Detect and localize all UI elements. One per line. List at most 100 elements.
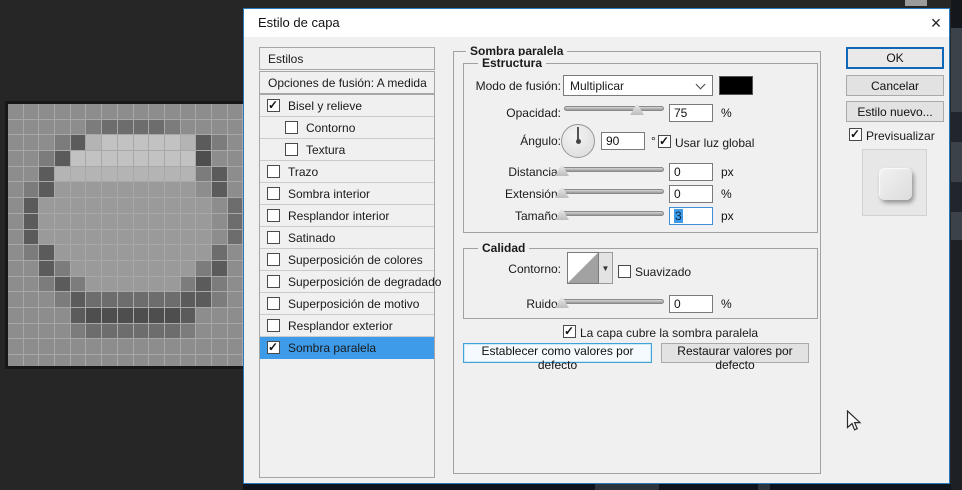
statusbar-segment (595, 484, 659, 490)
structure-group-title: Estructura (478, 56, 547, 70)
blending-options-label: Opciones de fusión: A medida (268, 76, 427, 90)
spread-slider[interactable] (555, 183, 664, 199)
style-list-item[interactable]: Textura (260, 139, 434, 161)
ok-button[interactable]: OK (846, 47, 944, 69)
layer-style-dialog: Estilo de capa × Estilos Opciones de fus… (243, 8, 950, 484)
style-list-item[interactable]: Trazo (260, 161, 434, 183)
panel-edge-block (951, 240, 962, 490)
noise-unit: % (721, 297, 732, 311)
preview-checkbox[interactable] (849, 127, 862, 141)
style-list-item[interactable]: Satinado (260, 227, 434, 249)
document-canvas (8, 104, 244, 366)
style-item-checkbox[interactable] (285, 121, 298, 134)
chevron-down-icon (695, 79, 706, 90)
size-slider[interactable] (555, 205, 664, 221)
style-item-checkbox[interactable] (285, 143, 298, 156)
noise-slider[interactable] (555, 293, 664, 309)
mouse-cursor-icon (846, 410, 862, 431)
set-defaults-button[interactable]: Establecer como valores por defecto (463, 343, 652, 372)
opacity-input[interactable] (669, 104, 713, 122)
style-list-item[interactable]: Superposición de degradado (260, 271, 441, 293)
style-item-checkbox[interactable] (267, 319, 280, 332)
style-list-item[interactable]: Sombra interior (260, 183, 434, 205)
style-item-label: Sombra interior (288, 187, 371, 201)
styles-header[interactable]: Estilos (259, 47, 435, 70)
opacity-slider[interactable] (564, 100, 664, 116)
style-item-checkbox[interactable] (267, 340, 280, 354)
new-style-button[interactable]: Estilo nuevo... (846, 101, 944, 122)
styles-list: Bisel y relieve Contorno Textura Trazo Sombr… (259, 94, 441, 478)
style-item-checkbox[interactable] (267, 297, 280, 310)
size-input-selected-text: 3 (674, 209, 683, 223)
angle-label: Ángulo: (520, 134, 561, 148)
panel-edge-block (951, 0, 962, 28)
slider-track (559, 167, 664, 172)
panel-edge-strip (951, 0, 962, 490)
angle-center-dot (576, 139, 581, 144)
cancel-button[interactable]: Cancelar (846, 75, 944, 96)
blend-mode-value: Multiplicar (570, 79, 625, 93)
distance-input[interactable] (669, 163, 713, 181)
spread-unit: % (721, 187, 732, 201)
panel-edge-block (951, 112, 962, 142)
angle-input[interactable] (601, 132, 645, 150)
use-global-light-checkbox[interactable] (658, 134, 671, 148)
style-item-label: Bisel y relieve (288, 99, 363, 113)
knockout-checkbox[interactable] (563, 324, 576, 338)
shadow-color-swatch[interactable] (719, 76, 753, 95)
pixel-grid (8, 104, 244, 366)
statusbar-segment (758, 484, 770, 490)
size-label: Tamaño: (514, 209, 561, 223)
style-list-item[interactable]: Bisel y relieve (260, 95, 434, 117)
style-item-label: Textura (306, 143, 346, 157)
size-input[interactable]: 3 (669, 207, 713, 225)
antialias-checkbox[interactable] (618, 265, 631, 278)
noise-label: Ruido: (526, 297, 561, 311)
panel-edge-block (951, 182, 962, 212)
opacity-unit: % (721, 106, 732, 120)
style-list-item[interactable]: Superposición de motivo (260, 293, 434, 315)
spread-input[interactable] (669, 185, 713, 203)
style-item-checkbox[interactable] (267, 209, 280, 222)
style-preview-thumbnail (862, 149, 927, 216)
use-global-light-label: Usar luz global (675, 136, 755, 150)
distance-slider[interactable] (555, 161, 664, 177)
slider-track (559, 299, 664, 304)
toolbar-fragment (905, 0, 927, 6)
style-item-checkbox[interactable] (267, 231, 280, 244)
close-icon[interactable]: × (922, 11, 950, 35)
style-list-item[interactable]: Contorno (260, 117, 434, 139)
style-item-checkbox[interactable] (267, 165, 280, 178)
angle-unit: ° (651, 134, 656, 148)
contour-dropdown-arrow[interactable]: ▼ (599, 252, 613, 284)
style-item-checkbox[interactable] (267, 187, 280, 200)
angle-dial[interactable] (561, 124, 595, 158)
style-list-item[interactable]: Resplandor interior (260, 205, 434, 227)
style-preview-shape (879, 168, 912, 200)
style-list-item[interactable]: Resplandor exterior (260, 315, 434, 337)
contour-thumbnail[interactable] (567, 252, 599, 284)
style-list-item[interactable]: Superposición de colores (260, 249, 434, 271)
opacity-label: Opacidad: (506, 106, 561, 120)
styles-header-label: Estilos (268, 52, 304, 66)
antialias-label: Suavizado (635, 265, 692, 279)
blend-mode-dropdown[interactable]: Multiplicar (563, 75, 713, 96)
style-item-checkbox[interactable] (267, 253, 280, 266)
style-list-item[interactable]: Sombra paralela (260, 337, 434, 359)
style-item-label: Superposición de colores (288, 253, 423, 267)
spread-label: Extensión: (504, 187, 561, 201)
size-unit: px (721, 209, 734, 223)
blending-options-item[interactable]: Opciones de fusión: A medida (259, 71, 435, 94)
slider-track (559, 211, 664, 216)
slider-track (559, 189, 664, 194)
style-item-checkbox[interactable] (267, 98, 280, 112)
noise-input[interactable] (669, 295, 713, 313)
style-item-checkbox[interactable] (267, 275, 280, 288)
quality-group-title: Calidad (478, 241, 530, 255)
knockout-label: La capa cubre la sombra paralela (580, 326, 759, 340)
contour-label: Contorno: (508, 262, 561, 276)
reset-defaults-button[interactable]: Restaurar valores por defecto (661, 343, 809, 372)
dialog-title: Estilo de capa (258, 15, 340, 30)
dialog-titlebar[interactable]: Estilo de capa × (244, 9, 949, 37)
style-item-label: Sombra paralela (288, 341, 377, 355)
